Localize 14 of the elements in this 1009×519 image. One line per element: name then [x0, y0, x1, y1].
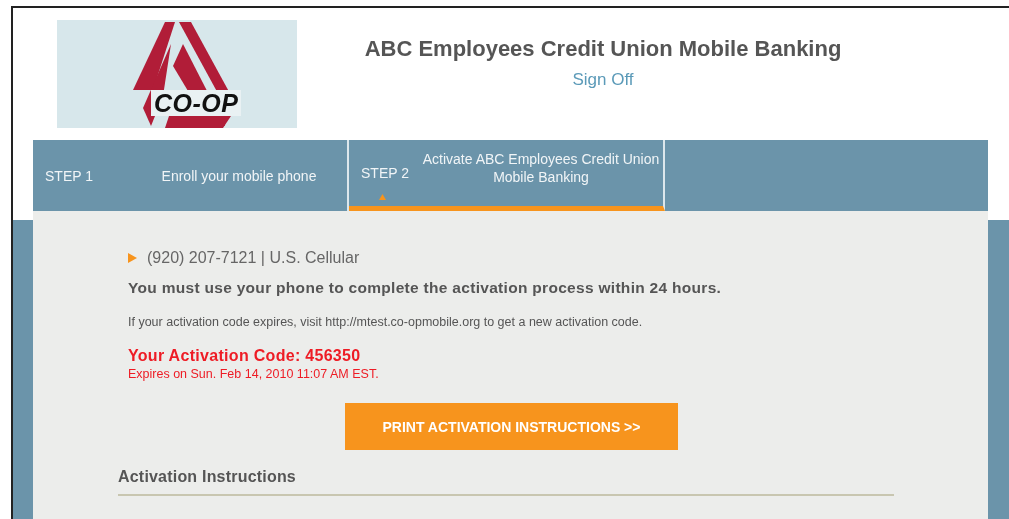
step-number: STEP 2 [360, 165, 410, 181]
page-title: ABC Employees Credit Union Mobile Banking [364, 36, 842, 62]
expiry-help-text: If your activation code expires, visit http://mtest.co-opmobile.org to get a new activation code. [128, 315, 644, 329]
activation-code: Your Activation Code: 456350 [128, 347, 362, 365]
section-heading: Activation Instructions [118, 468, 894, 496]
step-label: Enroll your mobile phone [160, 166, 318, 185]
phone-info: (920) 207-7121 | U.S. Cellular [147, 249, 360, 267]
notice-text: You must use your phone to complete the activation process within 24 hours. [128, 279, 723, 297]
expiry-date: Expires on Sun. Feb 14, 2010 11:07 AM EST. [128, 367, 380, 381]
sign-off-link[interactable]: Sign Off [572, 70, 634, 90]
step-label: Activate ABC Employees Credit Union Mobile Banking [421, 150, 661, 186]
logo-text: CO-OP [151, 90, 242, 116]
print-button[interactable]: PRINT ACTIVATION INSTRUCTIONS >> [345, 403, 678, 450]
step-number: STEP 1 [44, 167, 94, 184]
